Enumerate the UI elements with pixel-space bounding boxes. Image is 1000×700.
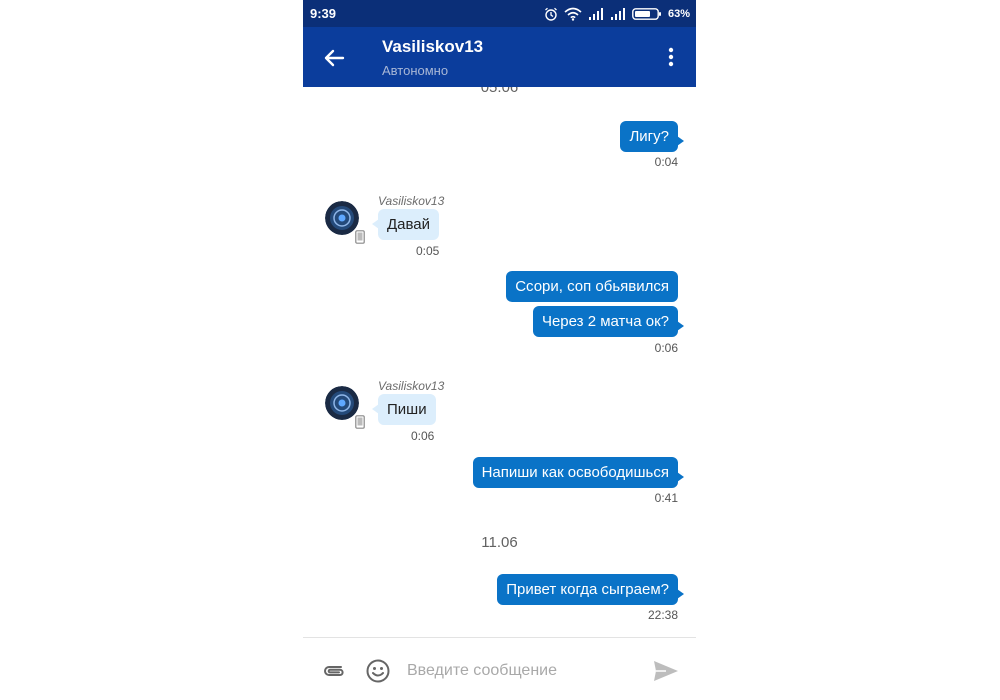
sender-name: Vasiliskov13 — [378, 379, 445, 393]
emoji-button[interactable] — [365, 658, 391, 684]
chat-status: Автономно — [382, 63, 449, 78]
date-separator: 05.06 — [480, 87, 519, 96]
send-button[interactable] — [652, 658, 680, 684]
message-time: 0:05 — [416, 244, 440, 258]
outgoing-message[interactable]: Напиши как освободишься — [472, 457, 685, 488]
message-time: 0:04 — [654, 155, 678, 169]
avatar — [325, 201, 359, 235]
chat-title: Vasiliskov13 — [382, 37, 484, 56]
emoji-icon — [366, 659, 390, 683]
avatar — [325, 386, 359, 420]
date-separator: 11.06 — [481, 534, 518, 551]
outgoing-message[interactable]: Привет когда сыграем? — [497, 574, 684, 605]
status-icons: 63% — [544, 4, 690, 24]
message-time: 22:38 — [647, 608, 678, 622]
battery-percent: 63% — [667, 8, 690, 20]
incoming-message[interactable]: Пиши — [372, 394, 436, 425]
message-list[interactable]: 05.06 Лигу? 0:04 Vasiliskov13 Давай 0:05… — [303, 87, 696, 637]
mobile-device-icon — [355, 415, 365, 429]
wifi-icon — [564, 7, 582, 21]
status-time: 9:39 — [310, 6, 337, 21]
message-time: 0:06 — [411, 429, 435, 443]
signal-icon — [588, 8, 603, 20]
message-composer — [303, 637, 696, 700]
incoming-message[interactable]: Давай — [371, 209, 440, 240]
more-options-button[interactable] — [660, 43, 682, 73]
message-input[interactable] — [403, 656, 641, 686]
back-arrow-icon — [324, 49, 345, 67]
message-time: 0:06 — [654, 341, 678, 355]
attach-button[interactable] — [321, 658, 347, 684]
message-time: 0:41 — [654, 491, 678, 505]
battery-icon — [632, 8, 661, 20]
app-bar: Vasiliskov13 Автономно — [303, 27, 696, 87]
back-button[interactable] — [317, 41, 351, 75]
phone-screen: 9:39 63% Vasiliskov13 Автономно 05.06 Ли… — [303, 0, 696, 700]
outgoing-message[interactable]: Ссори, соп обьявился — [506, 271, 678, 302]
status-bar: 9:39 63% — [303, 0, 696, 27]
more-vert-icon — [668, 47, 674, 67]
outgoing-message[interactable]: Через 2 матча ок? — [532, 306, 685, 337]
outgoing-message[interactable]: Лигу? — [620, 121, 684, 152]
signal-icon — [610, 8, 625, 20]
attach-icon — [324, 666, 344, 676]
send-icon — [654, 661, 678, 681]
mobile-device-icon — [355, 230, 365, 244]
sender-name: Vasiliskov13 — [378, 194, 445, 208]
alarm-icon — [545, 7, 557, 21]
